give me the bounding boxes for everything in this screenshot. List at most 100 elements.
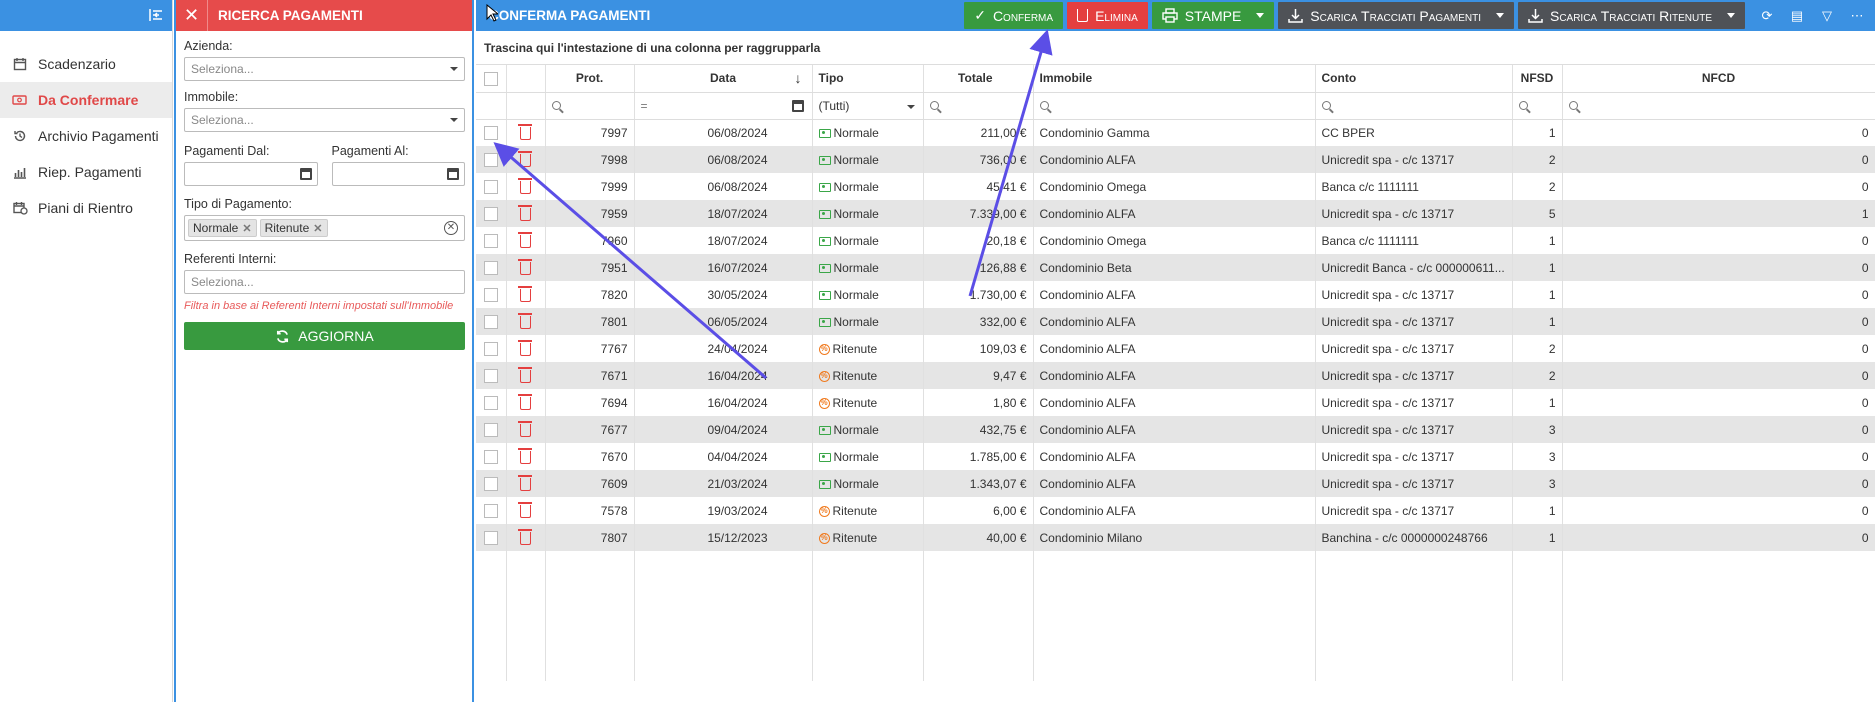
table-row[interactable]: 7670 04/04/2024 Normale 1.785,00 € Condomini… [476, 443, 1875, 470]
refresh-icon[interactable]: ⟳ [1753, 2, 1781, 29]
trash-icon[interactable] [518, 528, 532, 545]
column-header-nfcd[interactable]: NFCD [1562, 65, 1875, 93]
table-row[interactable]: 7801 06/05/2024 Normale 332,00 € Condominio … [476, 308, 1875, 335]
row-delete[interactable] [506, 119, 546, 146]
row-checkbox[interactable] [483, 449, 498, 464]
trash-icon[interactable] [518, 204, 532, 221]
remove-tag-icon[interactable]: ✕ [242, 222, 251, 235]
row-checkbox[interactable] [483, 260, 498, 275]
calendar-icon[interactable] [299, 168, 312, 180]
elimina-button[interactable]: Elimina [1067, 2, 1148, 29]
trash-icon[interactable] [518, 501, 532, 518]
row-delete[interactable] [506, 497, 546, 524]
row-checkbox[interactable] [483, 368, 498, 383]
trash-icon[interactable] [518, 420, 532, 437]
table-row[interactable]: 7578 19/03/2024% Ritenute 6,00 € Condominio … [476, 497, 1875, 524]
row-checkbox[interactable] [483, 341, 498, 356]
row-select[interactable] [476, 254, 507, 281]
row-delete[interactable] [506, 173, 546, 200]
trash-icon[interactable] [518, 447, 532, 464]
row-delete[interactable] [506, 389, 546, 416]
conferma-button[interactable]: ✓ Conferma [964, 2, 1064, 29]
column-header-nfsd[interactable]: NFSD [1512, 65, 1563, 93]
row-delete[interactable] [506, 362, 546, 389]
trash-icon[interactable] [518, 177, 532, 194]
aggiorna-button[interactable]: AGGIORNA [184, 322, 465, 350]
trash-icon[interactable] [518, 150, 532, 167]
filter-nfsd[interactable] [1512, 92, 1563, 120]
filter-nfcd[interactable] [1562, 92, 1875, 120]
scarica-ritenute-button[interactable]: Scarica Tracciati Ritenute [1517, 2, 1745, 29]
row-checkbox[interactable] [483, 179, 498, 194]
trash-icon[interactable] [518, 312, 532, 329]
sidebar-collapse-icon[interactable] [148, 7, 164, 23]
table-row[interactable]: 7998 06/08/2024 Normale 736,00 € Condominio … [476, 146, 1875, 173]
calendar-icon[interactable] [447, 168, 459, 180]
immobile-select[interactable]: Seleziona... [184, 108, 465, 132]
trash-icon[interactable] [518, 258, 532, 275]
column-header-tipo[interactable]: Tipo [812, 65, 924, 93]
row-select[interactable] [476, 389, 507, 416]
row-checkbox[interactable] [483, 476, 498, 491]
row-select[interactable] [476, 281, 507, 308]
row-delete[interactable] [506, 524, 546, 551]
table-row[interactable]: 7609 21/03/2024 Normale 1.343,07 € Condomini… [476, 470, 1875, 497]
table-row[interactable]: 7694 16/04/2024% Ritenute 1,80 € Condominio … [476, 389, 1875, 416]
group-by-panel[interactable]: Trascina qui l'intestazione di una colon… [476, 31, 1875, 65]
filter-data[interactable]: = [634, 92, 813, 120]
trash-icon[interactable] [518, 231, 532, 248]
sidebar-item-archivio-pagamenti[interactable]: Archivio Pagamenti [0, 118, 172, 154]
filter-prot[interactable] [545, 92, 635, 120]
row-checkbox[interactable] [483, 530, 498, 545]
row-select[interactable] [476, 308, 507, 335]
row-select[interactable] [476, 416, 507, 443]
row-checkbox[interactable] [483, 287, 498, 302]
table-row[interactable]: 7959 18/07/2024 Normale 7.339,00 € Condomini… [476, 200, 1875, 227]
trash-icon[interactable] [518, 285, 532, 302]
column-header-immobile[interactable]: Immobile [1033, 65, 1316, 93]
row-select[interactable] [476, 470, 507, 497]
column-header-conto[interactable]: Conto [1315, 65, 1513, 93]
scarica-pagamenti-button[interactable]: Scarica Tracciati Pagamenti [1278, 2, 1514, 29]
row-checkbox[interactable] [483, 314, 498, 329]
row-select[interactable] [476, 497, 507, 524]
table-row[interactable]: 7820 30/05/2024 Normale 1.730,00 € Condomini… [476, 281, 1875, 308]
row-delete[interactable] [506, 470, 546, 497]
referenti-input[interactable]: Seleziona... [184, 270, 465, 294]
trash-icon[interactable] [518, 393, 532, 410]
row-checkbox[interactable] [483, 126, 498, 141]
table-row[interactable]: 7997 06/08/2024 Normale 211,00 € Condominio … [476, 119, 1875, 146]
azienda-select[interactable]: Seleziona... [184, 57, 465, 81]
table-row[interactable]: 7807 15/12/2023% Ritenute 40,00 € Condominio… [476, 524, 1875, 551]
trash-icon[interactable] [518, 366, 532, 383]
row-select[interactable] [476, 146, 507, 173]
filter-totale[interactable] [923, 92, 1034, 120]
row-delete[interactable] [506, 443, 546, 470]
row-select[interactable] [476, 524, 507, 551]
table-row[interactable]: 7767 24/04/2024% Ritenute 109,03 € Condomini… [476, 335, 1875, 362]
more-icon[interactable]: ⋯ [1843, 2, 1871, 29]
stampe-button[interactable]: STAMPE [1151, 2, 1275, 29]
table-row[interactable]: 7999 06/08/2024 Normale 45,41 € Condominio O… [476, 173, 1875, 200]
clear-icon[interactable]: ✕ [444, 221, 458, 235]
close-icon[interactable]: ✕ [176, 0, 208, 31]
select-all-checkbox[interactable] [483, 71, 498, 86]
row-delete[interactable] [506, 335, 546, 362]
filter-immobile[interactable] [1033, 92, 1316, 120]
filter-tipo[interactable]: (Tutti) [812, 92, 924, 120]
sidebar-item-da-confermare[interactable]: Da Confermare [0, 82, 172, 118]
table-row[interactable]: 7671 16/04/2024% Ritenute 9,47 € Condominio … [476, 362, 1875, 389]
row-checkbox[interactable] [483, 503, 498, 518]
row-delete[interactable] [506, 254, 546, 281]
row-checkbox[interactable] [483, 395, 498, 410]
row-select[interactable] [476, 362, 507, 389]
remove-tag-icon[interactable]: ✕ [313, 222, 322, 235]
table-row[interactable]: 7960 18/07/2024 Normale 20,18 € Condominio O… [476, 227, 1875, 254]
table-row[interactable]: 7677 09/04/2024 Normale 432,75 € Condominio … [476, 416, 1875, 443]
select-all-header[interactable] [476, 65, 507, 93]
tipo-pagamento-tags[interactable]: Normale ✕ Ritenute ✕ ✕ [184, 215, 465, 241]
sidebar-item-riep-pagamenti[interactable]: Riep. Pagamenti [0, 154, 172, 190]
sidebar-item-piani-di-rientro[interactable]: Piani di Rientro [0, 190, 172, 226]
row-checkbox[interactable] [483, 152, 498, 167]
row-select[interactable] [476, 173, 507, 200]
